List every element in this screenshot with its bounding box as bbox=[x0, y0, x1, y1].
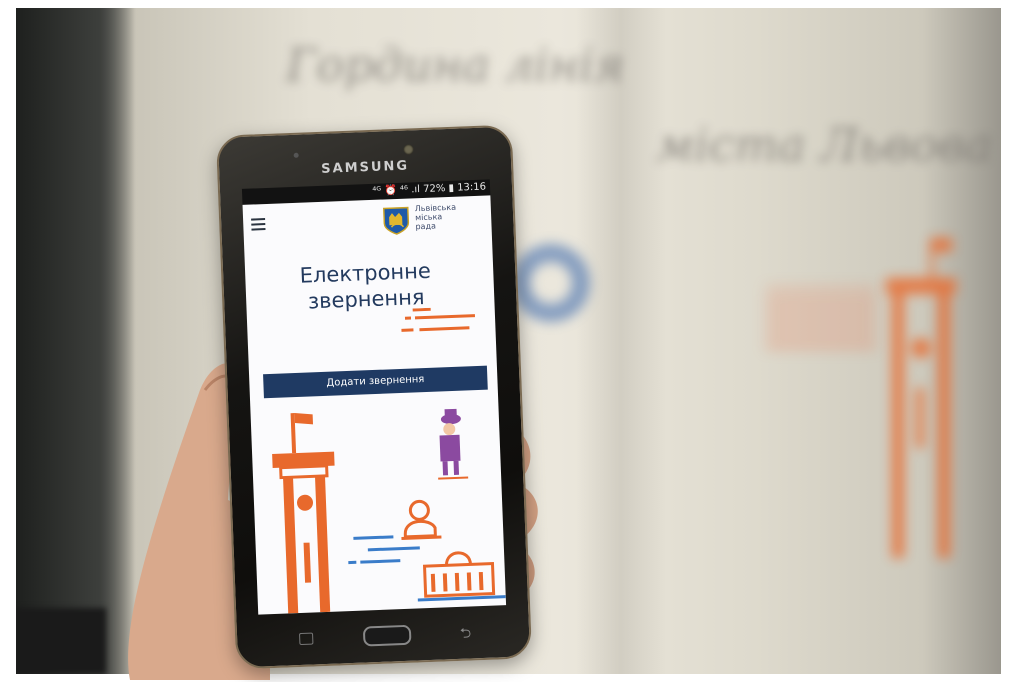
opera-house-icon bbox=[417, 551, 506, 602]
man-with-hat-icon bbox=[438, 408, 469, 480]
hamburger-menu-icon[interactable] bbox=[251, 218, 266, 234]
blurred-blue-shape-icon bbox=[512, 244, 590, 322]
proximity-sensor bbox=[293, 152, 299, 158]
decorative-dashes-icon bbox=[401, 307, 476, 332]
city-illustration bbox=[272, 408, 506, 614]
town-hall-tower-icon bbox=[272, 413, 335, 614]
home-button[interactable] bbox=[362, 624, 412, 647]
app-screen: Львівська міська рада Електронне звернен… bbox=[242, 195, 507, 615]
logo-text-line3: рада bbox=[415, 221, 437, 232]
blurred-wall-text-line1: Гордина лінія bbox=[286, 38, 625, 92]
front-camera-icon bbox=[403, 144, 414, 155]
recent-apps-icon[interactable] bbox=[299, 632, 314, 646]
back-icon[interactable]: ⮌ bbox=[460, 622, 472, 646]
add-appeal-button[interactable]: Додати звернення bbox=[263, 365, 488, 399]
dark-object bbox=[16, 608, 106, 674]
blurred-orange-text bbox=[766, 288, 876, 348]
city-council-logo-text: Львівська міська рада bbox=[415, 203, 457, 232]
blurred-tower-icon bbox=[886, 238, 956, 558]
lion-sculpture-icon bbox=[401, 499, 442, 541]
smartphone: SAMSUNG ⁴ᴳ ⏰ ⁴⁶ .ıl 72% ▮ 13:16 Львівськ… bbox=[215, 124, 533, 670]
city-coat-of-arms-icon bbox=[382, 206, 410, 235]
blurred-wall-text-line2: міста Львова bbox=[656, 118, 993, 172]
hardware-nav-bar: ⮌ bbox=[259, 613, 508, 658]
phone-brand: SAMSUNG bbox=[321, 158, 410, 177]
